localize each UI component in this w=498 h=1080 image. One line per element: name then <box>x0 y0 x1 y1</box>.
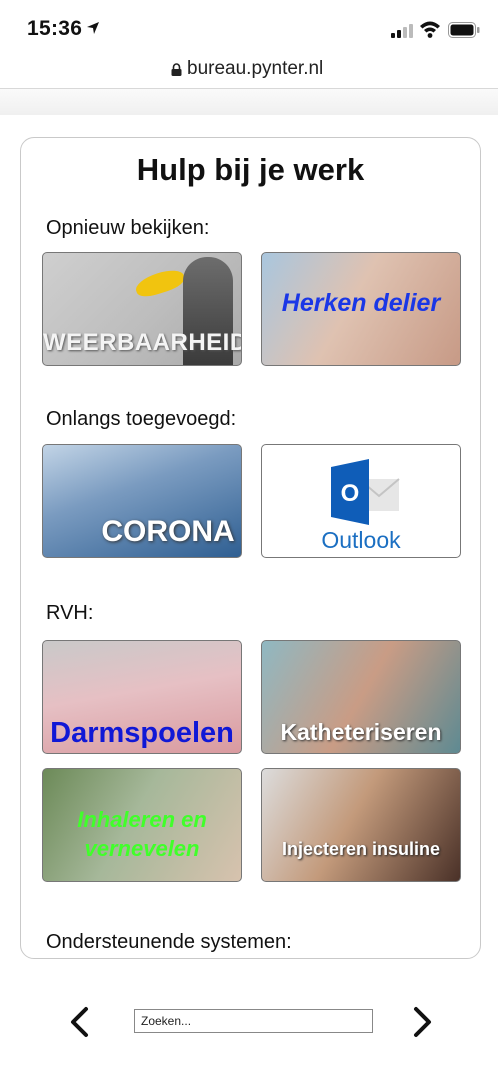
tile-katheteriseren[interactable]: Katheteriseren <box>261 640 461 754</box>
tile-inhaleren-label: Inhaleren en vernevelen <box>77 807 207 861</box>
cellular-signal-icon <box>391 24 413 38</box>
tile-outlook-label: Outlook <box>321 527 401 553</box>
url-text: bureau.pynter.nl <box>187 58 324 79</box>
next-arrow-icon[interactable] <box>404 1004 438 1040</box>
wifi-icon <box>420 21 440 38</box>
tile-weerbaarheid[interactable]: WEERBAARHEID <box>42 252 242 366</box>
clock: 15:36 <box>27 17 83 40</box>
section-label-onlangs: Onlangs toegevoegd: <box>46 408 237 430</box>
tile-herken-delier[interactable]: Herken delier <box>261 252 461 366</box>
banana-graphic <box>133 265 187 301</box>
tile-outlook[interactable]: O Outlook <box>261 444 461 558</box>
battery-icon <box>448 22 480 38</box>
status-bar: 15:36 <box>0 0 498 60</box>
page-top-strip <box>0 89 498 115</box>
tile-katheteriseren-label: Katheteriseren <box>280 719 442 745</box>
section-label-rvh: RVH: <box>46 602 94 624</box>
lock-icon <box>171 63 182 76</box>
location-arrow-icon <box>87 22 99 34</box>
outlook-logo-letter: O <box>341 480 360 507</box>
tile-corona[interactable]: CORONA <box>42 444 242 558</box>
page-title: Hulp bij je werk <box>136 152 365 187</box>
tile-darmspoelen-label: Darmspoelen <box>50 717 234 749</box>
search-input[interactable] <box>134 1009 373 1033</box>
tile-corona-label: CORONA <box>101 515 235 548</box>
section-label-ondersteunend: Ondersteunende systemen: <box>46 931 292 953</box>
address-bar[interactable]: bureau.pynter.nl <box>0 52 498 88</box>
outlook-logo-icon: O <box>331 459 400 525</box>
tile-herken-delier-label: Herken delier <box>281 289 441 317</box>
section-label-opnieuw: Opnieuw bekijken: <box>46 217 210 239</box>
tile-injecteren-insuline[interactable]: Injecteren insuline <box>261 768 461 882</box>
tile-injecteren-insuline-label: Injecteren insuline <box>281 839 441 859</box>
tile-darmspoelen[interactable]: Darmspoelen <box>42 640 242 754</box>
tile-inhaleren[interactable]: Inhaleren en vernevelen <box>42 768 242 882</box>
tile-weerbaarheid-label: WEERBAARHEID <box>43 329 242 356</box>
help-panel: Hulp bij je werk Opnieuw bekijken: WEERB… <box>20 137 481 959</box>
previous-arrow-icon[interactable] <box>64 1004 98 1040</box>
